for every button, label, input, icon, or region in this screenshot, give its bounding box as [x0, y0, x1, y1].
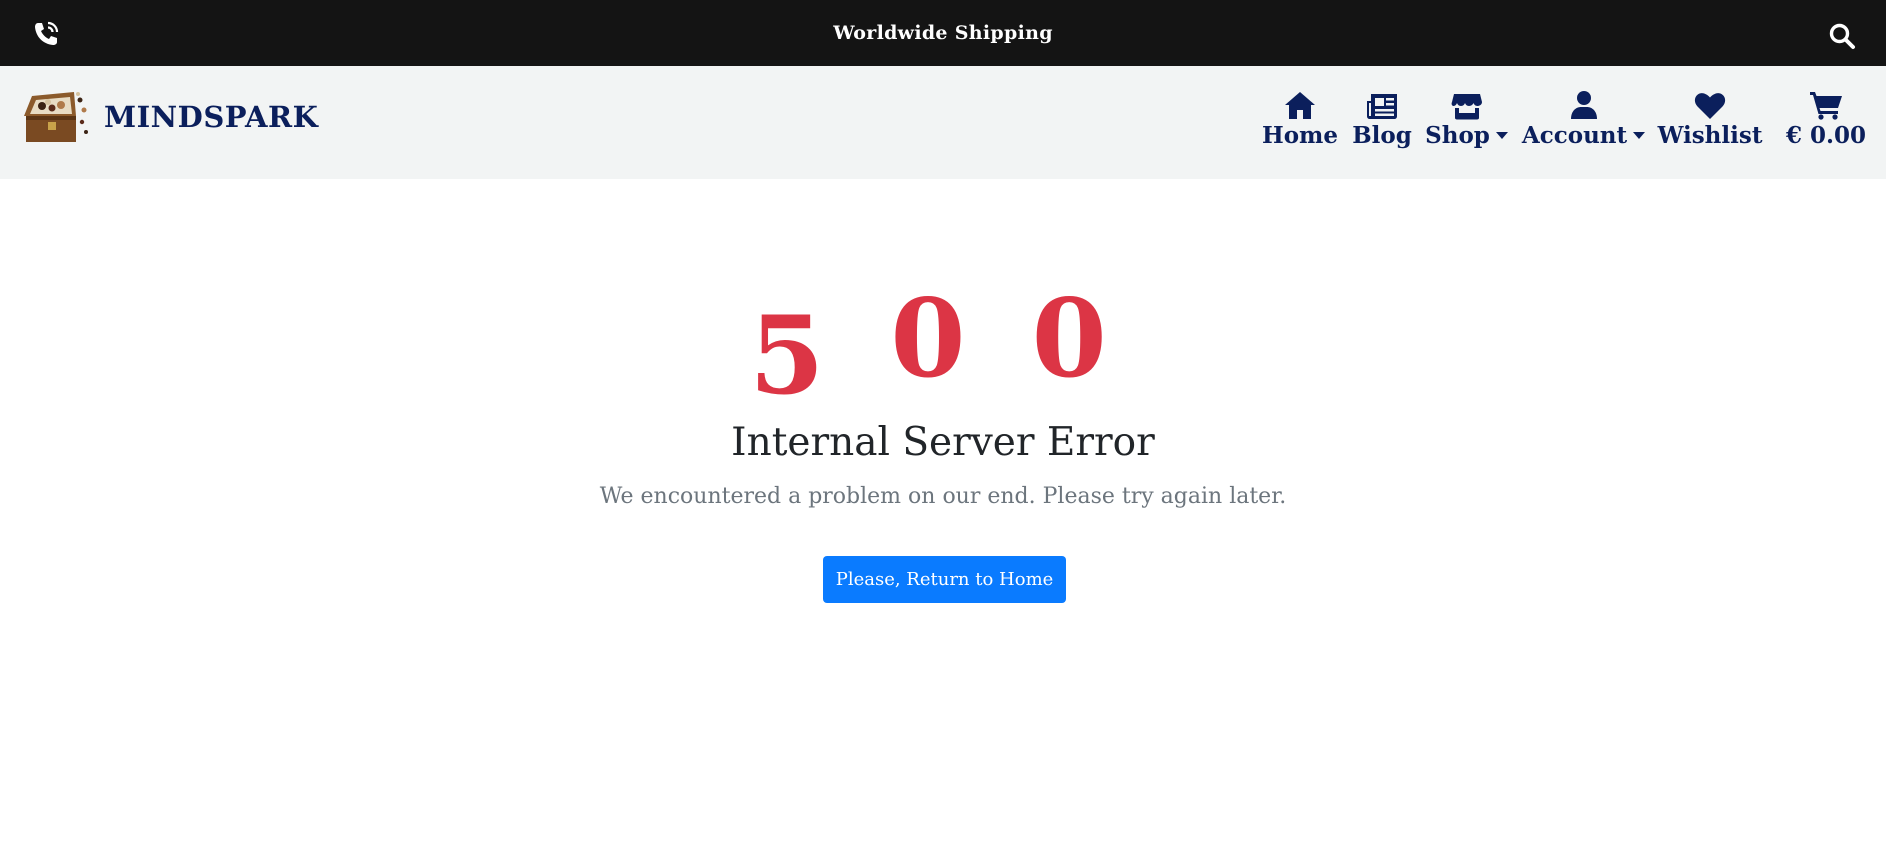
shipping-banner-text: Worldwide Shipping	[833, 22, 1053, 44]
nav-wishlist[interactable]: Wishlist	[1657, 86, 1763, 162]
nav-home[interactable]: Home	[1261, 86, 1339, 162]
nav-blog-label: Blog	[1352, 122, 1412, 149]
main-header: MINDSPARK Home Blog Shop Account Wishlis…	[0, 66, 1886, 179]
brand-name: MINDSPARK	[104, 100, 319, 134]
nav-account-label: Account	[1522, 122, 1646, 149]
treasure-chest-logo	[20, 88, 90, 146]
error-title: Internal Server Error	[731, 420, 1155, 465]
search-icon[interactable]	[1828, 22, 1856, 50]
nav-cart-total: € 0.00	[1785, 122, 1867, 149]
nav-home-label: Home	[1261, 122, 1339, 149]
error-code-digit: 5	[749, 293, 855, 419]
error-message: We encountered a problem on our end. Ple…	[599, 484, 1287, 509]
return-home-button[interactable]: Please, Return to Home	[823, 556, 1066, 603]
nav-shop-text: Shop	[1425, 122, 1490, 149]
home-icon	[1283, 86, 1317, 120]
error-code-digit: 0	[890, 276, 996, 402]
nav-blog[interactable]: Blog	[1352, 86, 1412, 162]
error-code: 500	[0, 276, 1886, 410]
nav-cart[interactable]: € 0.00	[1786, 86, 1866, 162]
error-code-digit: 0	[1031, 276, 1137, 402]
chevron-down-icon	[1495, 132, 1508, 139]
nav-shop-label: Shop	[1425, 122, 1509, 149]
phone-icon[interactable]	[32, 20, 60, 48]
store-icon	[1451, 86, 1483, 120]
chevron-down-icon	[1633, 132, 1646, 139]
top-bar: Worldwide Shipping	[0, 0, 1886, 66]
brand-link[interactable]: MINDSPARK	[20, 88, 318, 146]
heart-icon	[1694, 86, 1726, 120]
nav-account-text: Account	[1521, 122, 1628, 149]
user-icon	[1570, 86, 1598, 120]
nav-wishlist-label: Wishlist	[1657, 122, 1763, 149]
nav-account-dropdown[interactable]: Account	[1522, 86, 1646, 162]
newspaper-icon	[1366, 86, 1398, 120]
nav-shop-dropdown[interactable]: Shop	[1425, 86, 1509, 162]
cart-icon	[1809, 86, 1843, 120]
